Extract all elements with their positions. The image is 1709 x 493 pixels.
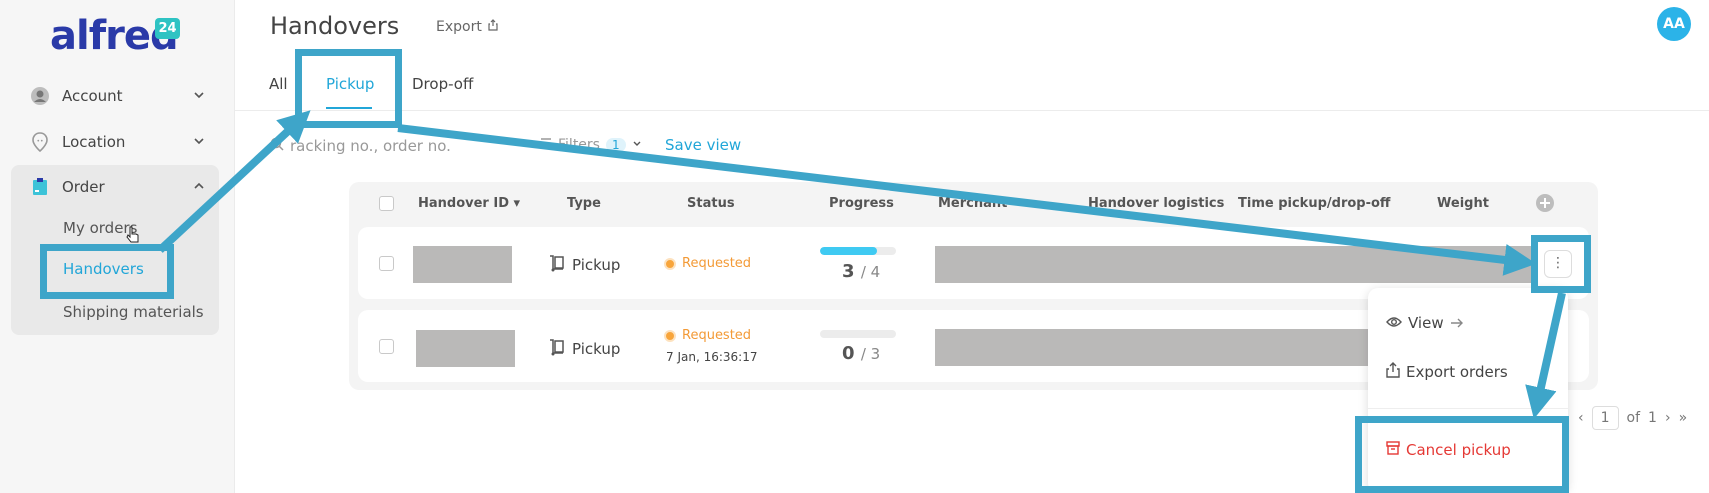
sidebar-item-order[interactable]: Order [12, 167, 218, 207]
prev-page-icon[interactable]: ‹ [1578, 410, 1584, 426]
column-header-handover-id[interactable]: Handover ID ▾ [418, 196, 520, 211]
progress-fill [820, 247, 877, 255]
column-header-label: Handover ID [418, 196, 509, 211]
box-icon [30, 177, 50, 197]
menu-item-label: View [1408, 314, 1444, 332]
chevron-up-icon [192, 179, 206, 197]
user-icon [30, 86, 50, 106]
sidebar-subitem-shipping-materials[interactable]: Shipping materials [63, 303, 204, 321]
menu-item-label: Export orders [1406, 363, 1508, 381]
location-pin-icon: •• [30, 132, 50, 152]
row-checkbox[interactable] [379, 339, 394, 354]
progress-count: 0 / 3 [842, 343, 881, 364]
next-page-icon[interactable]: › [1665, 410, 1671, 426]
redacted-handover-id [416, 330, 515, 367]
status-label: Requested [682, 256, 752, 271]
filters-count-badge: 1 [605, 138, 626, 152]
svg-text:••: •• [36, 138, 43, 145]
tabs-divider [235, 110, 1709, 111]
filter-icon [540, 137, 552, 153]
status-dot [664, 257, 676, 270]
tab-drop-off[interactable]: Drop-off [412, 75, 473, 93]
export-button[interactable]: Export [436, 19, 498, 35]
annotation-highlight-actions-button [1531, 235, 1591, 293]
annotation-highlight-pickup-tab [295, 49, 402, 128]
avatar[interactable]: AA [1657, 7, 1691, 41]
chevron-down-icon [632, 137, 642, 153]
annotation-highlight-handovers [40, 244, 174, 299]
app-root: alfred 24 Account •• Location Order My o… [0, 0, 1709, 493]
select-all-checkbox[interactable] [379, 196, 394, 211]
last-page-icon[interactable]: » [1679, 410, 1688, 426]
filters-button[interactable]: Filters 1 [540, 137, 642, 153]
page-total: 1 [1648, 410, 1657, 426]
column-header-merchant: Merchant [938, 196, 1008, 211]
column-header-status: Status [687, 196, 735, 211]
hand-truck-icon [548, 254, 566, 276]
logo[interactable]: alfred 24 [50, 14, 180, 58]
progress-bar [820, 247, 896, 255]
type-label: Pickup [572, 256, 621, 274]
sidebar-item-label: Location [62, 133, 126, 151]
sidebar-item-location[interactable]: •• Location [12, 122, 218, 162]
logo-badge: 24 [155, 18, 180, 39]
search-input[interactable]: racking no., order no. [270, 137, 451, 155]
status-dot [664, 329, 676, 342]
arrow-right-icon [1450, 314, 1464, 332]
search-placeholder: racking no., order no. [290, 137, 451, 155]
column-header-handover-logistics: Handover logistics [1088, 196, 1225, 211]
pagination: ‹ 1 of 1 › » [1578, 406, 1687, 430]
progress-count: 3 / 4 [842, 261, 881, 282]
export-label: Export [436, 19, 482, 35]
column-header-time: Time pickup/drop-off [1238, 196, 1391, 211]
page-title: Handovers [270, 12, 400, 40]
progress-bar [820, 330, 896, 338]
chevron-down-icon [192, 88, 206, 106]
status-timestamp: 7 Jan, 16:36:17 [666, 350, 758, 364]
progress-total: 3 [870, 345, 881, 363]
eye-icon [1386, 314, 1402, 332]
share-icon [1386, 362, 1400, 382]
share-icon [488, 19, 498, 35]
redacted-handover-id [413, 246, 512, 283]
tab-all[interactable]: All [269, 75, 288, 93]
progress-total: 4 [870, 263, 881, 281]
column-header-type: Type [567, 196, 601, 211]
hand-truck-icon [548, 338, 566, 360]
annotation-highlight-cancel-pickup [1355, 416, 1569, 493]
sidebar-item-account[interactable]: Account [12, 76, 218, 116]
row-checkbox[interactable] [379, 256, 394, 271]
page-input[interactable]: 1 [1591, 406, 1619, 430]
redacted-merchant-info [935, 329, 1375, 366]
status-badge: Requested [664, 256, 751, 271]
sidebar-item-label: Account [62, 87, 123, 105]
sidebar-item-label: Order [62, 178, 105, 196]
progress-done: 3 [842, 261, 855, 282]
add-column-icon[interactable] [1535, 193, 1555, 217]
search-icon [270, 137, 284, 155]
filters-label: Filters [558, 137, 600, 153]
column-header-progress: Progress [829, 196, 894, 211]
type-cell: Pickup [548, 338, 620, 360]
save-view-link[interactable]: Save view [665, 136, 741, 154]
type-label: Pickup [572, 340, 621, 358]
status-label: Requested [682, 328, 752, 343]
chevron-down-icon [192, 134, 206, 152]
status-badge: Requested [664, 328, 751, 343]
page-of-label: of [1626, 410, 1641, 426]
redacted-merchant-info [935, 246, 1531, 283]
progress-done: 0 [842, 343, 855, 364]
type-cell: Pickup [548, 254, 620, 276]
menu-item-export-orders[interactable]: Export orders [1386, 362, 1508, 382]
menu-item-view[interactable]: View [1386, 314, 1464, 332]
column-header-weight: Weight [1437, 196, 1489, 211]
menu-divider [1368, 408, 1568, 409]
